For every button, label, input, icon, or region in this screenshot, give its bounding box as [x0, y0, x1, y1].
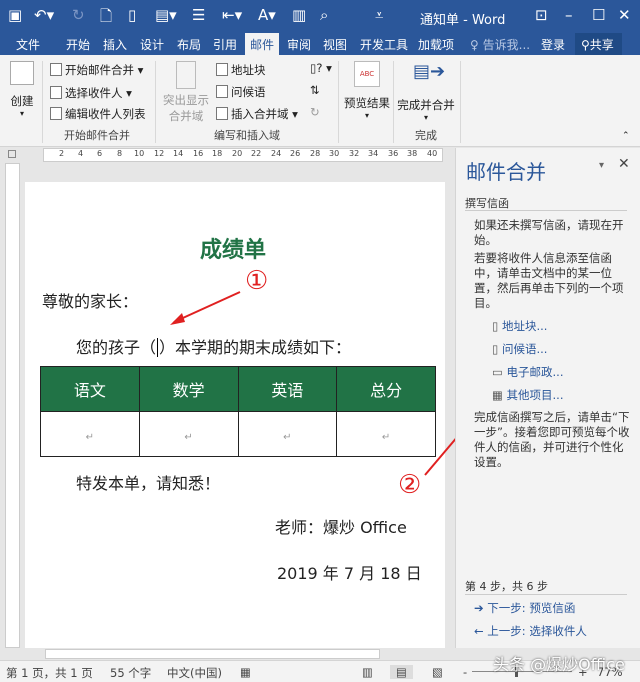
- watermark: 头条 @爆炒Office: [493, 655, 625, 674]
- more-items-icon: ▦: [492, 388, 507, 402]
- language[interactable]: 中文(中国): [167, 665, 222, 681]
- annotation-2: ②: [398, 470, 422, 500]
- link-electronic-postage[interactable]: ▭ 电子邮政...: [492, 364, 564, 380]
- pane-title: 邮件合并: [466, 160, 546, 184]
- next-step-label: 下一步: 预览信函: [487, 601, 576, 615]
- read-mode-icon[interactable]: ▥: [362, 665, 373, 679]
- address-block-icon: ▯: [492, 319, 502, 333]
- step-indicator: 第 4 步，共 6 步: [465, 580, 548, 593]
- greeting-icon: ▯: [492, 342, 502, 356]
- link-greeting[interactable]: ▯ 问候语...: [492, 341, 547, 357]
- horizontal-scrollbar[interactable]: [0, 648, 455, 660]
- previous-step-label: 上一步: 选择收件人: [487, 624, 587, 638]
- pane-paragraph-3: 完成信函撰写之后，请单击“下一步”。接着您即可预览每个收件人的信函，并可进行个性…: [474, 410, 630, 469]
- previous-step-link[interactable]: ← 上一步: 选择收件人: [474, 623, 587, 639]
- next-step-link[interactable]: ➔ 下一步: 预览信函: [474, 600, 575, 616]
- mail-merge-pane: 邮件合并 ▾ ✕ 撰写信函 如果还未撰写信函，请现在开始。 若要将收件人信息添至…: [455, 148, 640, 648]
- zoom-out-button[interactable]: -: [463, 665, 467, 679]
- link-label: 其他项目...: [506, 388, 564, 402]
- pane-options-icon[interactable]: ▾: [599, 160, 604, 171]
- pane-paragraph-2: 若要将收件人信息添至信函中，请单击文档中的某一位置，然后再单击下列的一个项目。: [474, 251, 624, 310]
- arrow-right-icon: ➔: [474, 601, 488, 615]
- macro-icon[interactable]: ▦: [240, 665, 251, 679]
- link-label: 地址块...: [501, 319, 548, 333]
- pane-close-icon[interactable]: ✕: [618, 156, 630, 172]
- page-count[interactable]: 第 1 页，共 1 页: [6, 665, 93, 681]
- section-heading: 撰写信函: [465, 197, 509, 210]
- link-label: 电子邮政...: [506, 365, 564, 379]
- postage-icon: ▭: [492, 365, 507, 379]
- pane-paragraph-1: 如果还未撰写信函，请现在开始。: [474, 218, 624, 247]
- link-label: 问候语...: [501, 342, 548, 356]
- word-count[interactable]: 55 个字: [110, 665, 151, 681]
- print-layout-icon[interactable]: ▤: [390, 665, 413, 679]
- link-more-items[interactable]: ▦ 其他项目...: [492, 387, 564, 403]
- arrow-1-head: [170, 313, 185, 325]
- arrow-left-icon: ←: [474, 624, 488, 638]
- arrow-1: [173, 291, 241, 323]
- web-layout-icon[interactable]: ▧: [432, 665, 443, 679]
- scrollbar-thumb[interactable]: [45, 649, 380, 659]
- link-address-block[interactable]: ▯ 地址块...: [492, 318, 547, 334]
- status-bar: 第 1 页，共 1 页 55 个字 中文(中国) ▦ ▥ ▤ ▧ - + 77%…: [0, 655, 640, 682]
- annotation-1: ①: [245, 266, 269, 296]
